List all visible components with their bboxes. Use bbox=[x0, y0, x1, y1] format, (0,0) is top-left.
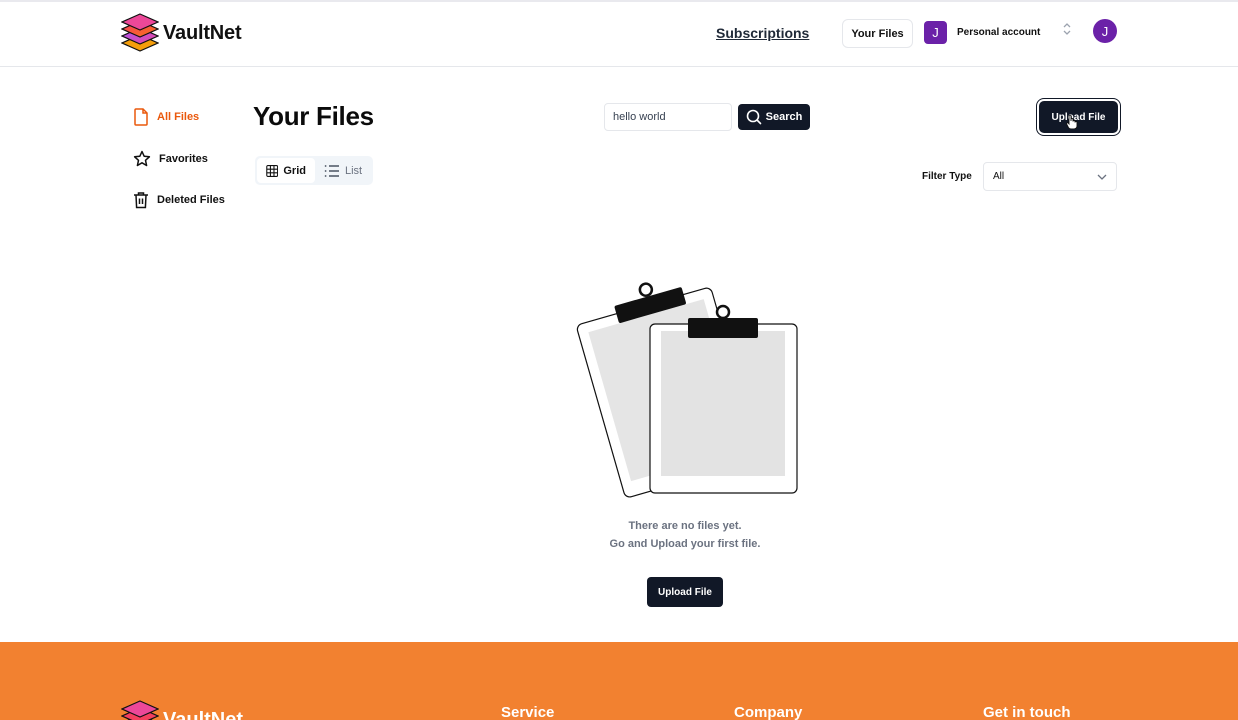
view-toggle-tabs: Grid List bbox=[255, 156, 373, 185]
nav-subscriptions-link[interactable]: Subscriptions bbox=[716, 25, 809, 41]
search-input[interactable] bbox=[604, 103, 732, 131]
footer-heading-get-in-touch: Get in touch bbox=[983, 704, 1071, 720]
grid-icon bbox=[266, 164, 279, 177]
organization-switcher[interactable]: J Personal account bbox=[924, 19, 1079, 45]
sidebar-item-label: Deleted Files bbox=[157, 194, 225, 206]
star-icon bbox=[133, 150, 151, 167]
empty-state-hint: Go and Upload your first file. bbox=[609, 538, 761, 550]
filter-type-select[interactable]: All bbox=[983, 162, 1117, 191]
filter-type-value: All bbox=[993, 171, 1005, 182]
search-button[interactable]: Search bbox=[738, 104, 810, 130]
vaultnet-logo-icon bbox=[121, 700, 159, 720]
chevron-down-icon bbox=[1097, 174, 1107, 180]
tab-label: List bbox=[345, 164, 363, 177]
tab-list[interactable]: List bbox=[315, 158, 371, 183]
org-avatar: J bbox=[924, 20, 947, 44]
top-navbar: VaultNet Subscriptions Your Files J Pers… bbox=[0, 0, 1238, 67]
tab-label: Grid bbox=[283, 164, 306, 177]
sidebar-item-all-files[interactable]: All Files bbox=[133, 108, 199, 126]
trash-icon bbox=[134, 192, 148, 209]
empty-clipboards-illustration bbox=[576, 282, 798, 498]
footer-heading-service: Service bbox=[501, 704, 555, 720]
footer-logo[interactable]: VaultNet bbox=[121, 700, 243, 720]
filter-type-label: Filter Type bbox=[922, 171, 972, 182]
page-title: Your Files bbox=[253, 101, 374, 131]
search-icon bbox=[746, 109, 761, 125]
empty-state-upload-button[interactable]: Upload File bbox=[647, 577, 723, 607]
footer-brand-name: VaultNet bbox=[163, 708, 244, 720]
user-avatar[interactable]: J bbox=[1093, 19, 1117, 43]
org-label: Personal account bbox=[957, 26, 1041, 38]
empty-state-message: There are no files yet. bbox=[628, 520, 742, 532]
app-name: VaultNet bbox=[163, 21, 242, 44]
app-logo[interactable]: VaultNet bbox=[121, 13, 242, 53]
footer-heading-company: Company bbox=[734, 704, 803, 720]
file-icon bbox=[134, 108, 148, 126]
nav-your-files-button[interactable]: Your Files bbox=[842, 19, 913, 48]
tab-grid[interactable]: Grid bbox=[257, 158, 315, 183]
list-icon bbox=[324, 164, 339, 177]
vaultnet-logo-icon bbox=[121, 13, 159, 52]
chevron-up-down-icon bbox=[1062, 22, 1072, 36]
sidebar-item-label: Favorites bbox=[159, 153, 208, 165]
upload-file-button[interactable]: Upload File bbox=[1039, 101, 1118, 133]
site-footer: VaultNet Service Company Get in touch bbox=[0, 642, 1238, 720]
search-button-label: Search bbox=[765, 111, 803, 123]
sidebar-item-deleted-files[interactable]: Deleted Files bbox=[133, 191, 225, 209]
sidebar-item-favorites[interactable]: Favorites bbox=[133, 150, 208, 168]
hand-cursor-icon bbox=[1066, 115, 1078, 129]
sidebar-item-label: All Files bbox=[157, 111, 200, 123]
